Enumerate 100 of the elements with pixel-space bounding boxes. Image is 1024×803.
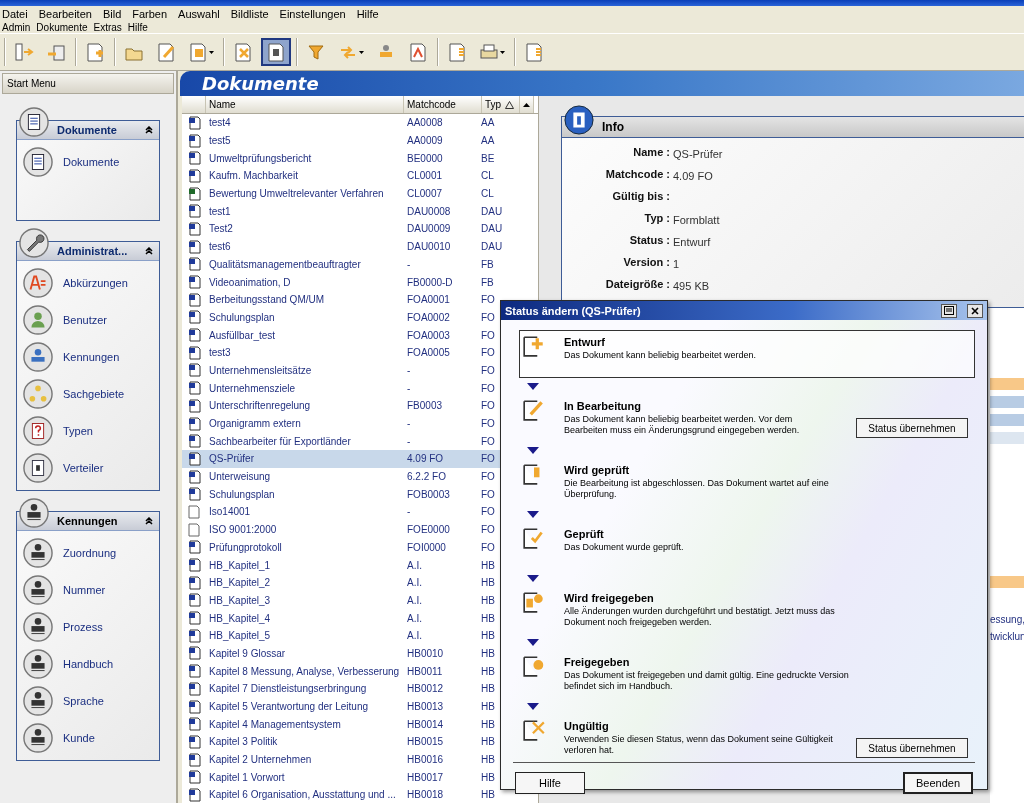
- list-row[interactable]: Unternehmensleitsätze - FO: [182, 361, 500, 380]
- list-row[interactable]: Bewertung Umweltrelevanter Verfahren CL0007 CL: [182, 184, 500, 203]
- status-option[interactable]: Entwurf Das Dokument kann beliebig bearbeitet werden.: [519, 330, 975, 378]
- list-row[interactable]: Qualitätsmanagementbeauftragter - FB: [182, 255, 500, 274]
- sidebar-link[interactable]: Handbuch: [23, 648, 153, 680]
- list-row[interactable]: HB_Kapitel_2 A.I. HB: [182, 573, 500, 592]
- status-option[interactable]: Wird freigegeben Alle Änderungen wurden durchgeführt und bestätigt. Jetzt muss das Dokument noch freigegeben werden.: [519, 586, 975, 634]
- list-row[interactable]: Kapitel 1 Vorwort HB0017 HB: [182, 768, 500, 787]
- list-row[interactable]: HB_Kapitel_4 A.I. HB: [182, 609, 500, 627]
- panel-title: Kennungen: [57, 515, 118, 527]
- list-row[interactable]: Schulungsplan FOB0003 FO: [182, 485, 500, 504]
- list-row[interactable]: Kapitel 9 Glossar HB0010 HB: [182, 644, 500, 663]
- list-row[interactable]: Test2 DAU0009 DAU: [182, 220, 500, 238]
- status-option[interactable]: Geprüft Das Dokument wurde geprüft.: [519, 522, 975, 570]
- menu-item[interactable]: Admin: [2, 22, 31, 33]
- highlight-bar: [990, 396, 1024, 408]
- list-row[interactable]: Prüfungprotokoll FOI0000 FO: [182, 538, 500, 557]
- sidebar-link[interactable]: Kennungen: [23, 341, 153, 373]
- list-row[interactable]: Umweltprüfungsbericht BE0000 BE: [182, 149, 500, 168]
- list-row[interactable]: test3 FOA0005 FO: [182, 343, 500, 362]
- list-row[interactable]: Sachbearbeiter für Exportländer - FO: [182, 432, 500, 451]
- list-row[interactable]: Iso14001 - FO: [182, 503, 500, 521]
- list-row[interactable]: Berbeitungsstand QM/UM FOA0001 FO: [182, 290, 500, 309]
- menu-item[interactable]: Hilfe: [356, 8, 379, 20]
- word-file-icon: [188, 133, 202, 148]
- column-header[interactable]: Name: [206, 96, 404, 113]
- status-option[interactable]: Ungültig Verwenden Sie diesen Status, wenn das Dokument seine Gültigkeit verloren hat. Status übernehmen: [519, 714, 975, 762]
- sidebar-link[interactable]: Benutzer: [23, 304, 153, 336]
- list-row[interactable]: test1 DAU0008 DAU: [182, 202, 500, 221]
- sidebar-link[interactable]: Abkürzungen: [23, 267, 153, 299]
- menu-item[interactable]: Bearbeiten: [38, 8, 92, 20]
- status-option[interactable]: Wird geprüft Die Bearbeitung ist abgeschlossen. Das Dokument wartet auf eine Überprüfung.: [519, 458, 975, 506]
- list-row[interactable]: HB_Kapitel_3 A.I. HB: [182, 591, 500, 610]
- apply-status-button[interactable]: Status übernehmen: [856, 418, 968, 438]
- table-cell-text: HB: [480, 701, 495, 713]
- word-file-icon: [188, 558, 202, 573]
- scroll-up-button[interactable]: [520, 96, 534, 113]
- sidebar-link[interactable]: Zuordnung: [23, 537, 153, 569]
- list-row[interactable]: Schulungsplan FOA0002 FO: [182, 308, 500, 327]
- status-option[interactable]: Freigegeben Das Dokument ist freigegeben und damit gültig. Eine gedruckte Version befindet sich im Handbuch.: [519, 650, 975, 698]
- list-row[interactable]: Kapitel 6 Organisation, Ausstattung und ... HB0018 HB: [182, 786, 500, 803]
- sidebar-link[interactable]: Sachgebiete: [23, 378, 153, 410]
- menu-item[interactable]: Hilfe: [127, 22, 148, 33]
- sidebar-link[interactable]: Prozess: [23, 611, 153, 643]
- word-file-icon: [188, 734, 202, 749]
- list-row[interactable]: Kapitel 8 Messung, Analyse, Verbesserung HB0011 HB: [182, 662, 500, 680]
- list-row[interactable]: QS-Prüfer 4.09 FO FO: [182, 450, 500, 468]
- list-row[interactable]: Kapitel 4 Managementsystem HB0014 HB: [182, 715, 500, 734]
- apply-status-button[interactable]: Status übernehmen: [856, 738, 968, 758]
- list-row[interactable]: Unterschriftenregelung FB0003 FO: [182, 397, 500, 415]
- list-row[interactable]: Kapitel 3 Politik HB0015 HB: [182, 733, 500, 751]
- sidebar-link[interactable]: Sprache: [23, 685, 153, 717]
- window-button[interactable]: [941, 303, 957, 318]
- dialog-button[interactable]: Hilfe: [515, 772, 585, 794]
- table-cell-text: CL0007: [406, 188, 443, 200]
- sidebar-link[interactable]: Nummer: [23, 574, 153, 606]
- table-cell-text: -: [406, 506, 411, 518]
- toolbar-button[interactable]: [261, 38, 291, 66]
- menu-item[interactable]: Einstellungen: [279, 8, 346, 20]
- sidebar-link[interactable]: Typen: [23, 415, 153, 447]
- list-row[interactable]: Organigramm extern - FO: [182, 414, 500, 433]
- close-button[interactable]: [967, 303, 983, 318]
- list-row[interactable]: test6 DAU0010 DAU: [182, 237, 500, 256]
- list-row[interactable]: Videoanimation, D FB0000-D FB: [182, 273, 500, 291]
- table-cell-text: DAU0009: [406, 223, 451, 235]
- list-row[interactable]: Unterweisung 6.2.2 FO FO: [182, 467, 500, 486]
- list-row[interactable]: Ausfüllbar_test FOA0003 FO: [182, 326, 500, 344]
- table-cell-text: HB0014: [406, 718, 444, 730]
- collapse-icon[interactable]: [145, 126, 153, 134]
- list-row[interactable]: Kapitel 5 Verantwortung der Leitung HB0013 HB: [182, 697, 500, 716]
- list-row[interactable]: ISO 9001:2000 FOE0000 FO: [182, 520, 500, 539]
- menu-item[interactable]: Datei: [2, 8, 28, 20]
- list-row[interactable]: HB_Kapitel_1 A.I. HB: [182, 556, 500, 574]
- table-cell-text: A.I.: [406, 559, 422, 571]
- column-header[interactable]: Matchcode: [404, 96, 482, 113]
- funnel-icon: [306, 42, 326, 62]
- list-row[interactable]: test5 AA0009 AA: [182, 131, 500, 150]
- status-option[interactable]: In Bearbeitung Das Dokument kann beliebig bearbeitet werden. Vor dem Bearbeiten muss ein Änderungsgrund eingegeben werden. Status übernehmen: [519, 394, 975, 442]
- menu-item[interactable]: Bildliste: [230, 8, 269, 20]
- list-row[interactable]: Unternehmensziele - FO: [182, 379, 500, 397]
- list-row[interactable]: Kapitel 2 Unternehmen HB0016 HB: [182, 750, 500, 769]
- menu-item[interactable]: Dokumente: [36, 22, 88, 33]
- sidebar-link[interactable]: Dokumente: [23, 146, 153, 178]
- list-row[interactable]: Kaufm. Machbarkeit CL0001 CL: [182, 167, 500, 185]
- list-row[interactable]: HB_Kapitel_5 A.I. HB: [182, 626, 500, 645]
- table-cell-text: HB0010: [406, 647, 444, 659]
- sidebar-link[interactable]: Verteiler: [23, 452, 153, 484]
- caret-icon: [500, 50, 505, 54]
- collapse-icon[interactable]: [145, 247, 153, 255]
- menu-item[interactable]: Auswahl: [178, 8, 220, 20]
- menu-item[interactable]: Farben: [132, 8, 168, 20]
- list-row[interactable]: Kapitel 7 Dienstleistungserbringung HB0012 HB: [182, 680, 500, 698]
- sidebar-link[interactable]: Kunde: [23, 722, 153, 754]
- collapse-icon[interactable]: [145, 517, 153, 525]
- dialog-button[interactable]: Beenden: [903, 772, 973, 794]
- table-cell-text: -: [406, 382, 411, 394]
- menu-item[interactable]: Bild: [102, 8, 122, 20]
- column-header[interactable]: Typ: [482, 96, 520, 113]
- menu-item[interactable]: Extras: [93, 22, 122, 33]
- list-row[interactable]: test4 AA0008 AA: [182, 114, 500, 132]
